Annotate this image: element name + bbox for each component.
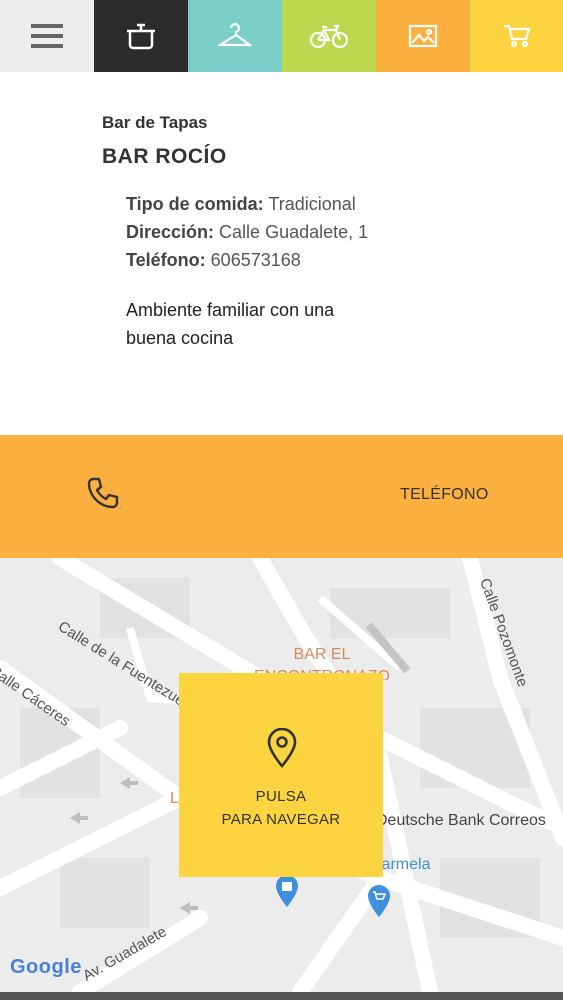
bicycle-icon — [310, 24, 348, 49]
place-description: Ambiente familiar con una buena cocina — [126, 300, 335, 348]
address-row: Dirección: Calle Guadalete, 1 — [126, 218, 368, 246]
food-category-button[interactable] — [94, 0, 188, 72]
navigate-line1: PULSA — [255, 788, 307, 805]
menu-icon — [31, 24, 63, 48]
food-type-value: Tradicional — [268, 194, 356, 214]
navigate-line2: PARA NAVEGAR — [221, 811, 341, 828]
bottom-bar — [0, 992, 563, 1000]
place-name: BAR ROCÍO — [102, 145, 227, 168]
address-value: Calle Guadalete, 1 — [219, 222, 369, 242]
food-type-row: Tipo de comida: Tradicional — [126, 190, 368, 218]
poi-bank-label: Deutsche Bank Correos — [376, 812, 546, 829]
fashion-category-button[interactable] — [188, 0, 282, 72]
poi-l-label: L — [170, 790, 179, 807]
address-label: Dirección: — [126, 222, 215, 242]
call-label[interactable]: TELÉFONO — [400, 486, 489, 504]
navigate-label[interactable]: PULSA PARA NAVEGAR — [179, 785, 383, 831]
cooking-pot-icon — [127, 23, 155, 50]
sports-category-button[interactable] — [282, 0, 376, 72]
phone-icon[interactable] — [86, 476, 120, 510]
hanger-icon — [218, 23, 252, 47]
navigate-button[interactable] — [179, 673, 383, 877]
cart-poi-icon — [368, 885, 390, 917]
phone-value: 606573168 — [210, 250, 301, 270]
place-details: Tipo de comida: Tradicional Dirección: C… — [126, 190, 368, 274]
food-type-label: Tipo de comida: — [126, 194, 264, 214]
location-pin-icon[interactable] — [266, 728, 298, 768]
place-info: Bar de Tapas BAR ROCÍO Tipo de comida: T… — [0, 72, 563, 435]
phone-row: Teléfono: 606573168 — [126, 246, 368, 274]
google-logo: Google — [10, 956, 82, 978]
phone-label: Teléfono: — [126, 250, 206, 270]
shopping-category-button[interactable] — [470, 0, 563, 72]
image-icon — [408, 24, 438, 48]
place-category: Bar de Tapas — [102, 113, 208, 132]
cart-icon — [503, 24, 530, 48]
shopping-poi-icon — [276, 875, 298, 907]
top-nav — [0, 0, 563, 72]
menu-button[interactable] — [0, 0, 94, 72]
gallery-category-button[interactable] — [376, 0, 470, 72]
